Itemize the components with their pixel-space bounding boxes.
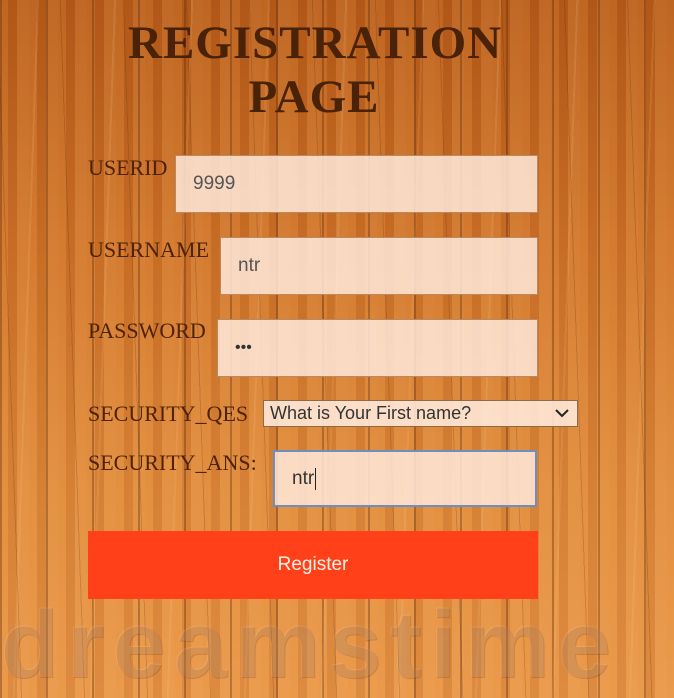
security-answer-value: ntr xyxy=(292,467,315,489)
security-question-selected: What is Your First name? xyxy=(270,403,472,423)
page-title: REGISTRATION PAGE xyxy=(128,17,503,123)
security-answer-label: SECURITY_ANS: xyxy=(88,450,257,475)
username-label: USERNAME xyxy=(88,237,210,262)
watermark: dreamstime xyxy=(0,592,674,698)
password-masked-value: ••• xyxy=(235,339,252,356)
password-input[interactable]: ••• xyxy=(217,319,538,377)
text-caret xyxy=(315,467,317,490)
userid-value: 9999 xyxy=(193,173,236,194)
userid-label: USERID xyxy=(88,155,168,180)
username-input[interactable]: ntr xyxy=(220,237,538,295)
password-label: PASSWORD xyxy=(88,318,206,343)
security-question-label: SECURITY_QES xyxy=(88,401,249,426)
watermark-text: dreamstime xyxy=(0,592,619,698)
register-button[interactable]: Register xyxy=(88,531,538,599)
security-question-select[interactable]: What is Your First name? xyxy=(263,400,578,427)
userid-input[interactable]: 9999 xyxy=(175,155,538,213)
username-value: ntr xyxy=(238,255,261,276)
security-answer-input[interactable]: ntr xyxy=(273,450,537,507)
chevron-down-icon xyxy=(555,409,569,418)
